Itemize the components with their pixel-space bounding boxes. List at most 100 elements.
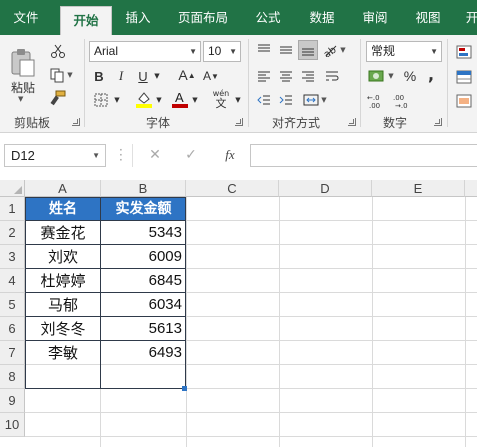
enter-icon[interactable]: ✓	[181, 146, 201, 164]
font-size-combo[interactable]: 10 ▼	[203, 41, 241, 62]
column-header-e[interactable]: E	[372, 180, 465, 197]
column-header-a[interactable]: A	[25, 180, 101, 197]
increase-decimal-icon[interactable]: ←.0.00	[366, 90, 388, 112]
table-header-name[interactable]: 姓名	[26, 197, 100, 221]
decrease-indent-icon[interactable]	[254, 91, 274, 109]
borders-icon[interactable]	[90, 91, 112, 109]
cut-icon[interactable]	[46, 41, 70, 61]
table-cell-amount[interactable]: 6493	[101, 341, 186, 365]
align-top-icon[interactable]	[254, 41, 274, 59]
table-cell-amount[interactable]: 6009	[101, 245, 186, 269]
underline-dropdown-icon[interactable]: ▼	[152, 67, 162, 85]
svg-text:→.0: →.0	[395, 102, 408, 110]
format-painter-icon[interactable]	[46, 88, 70, 108]
decrease-decimal-icon[interactable]: .00 →.0	[392, 90, 414, 112]
tab-file[interactable]: 文件	[6, 0, 46, 35]
comma-style-button[interactable]: ,	[424, 64, 438, 84]
tab-home[interactable]: 开始	[60, 6, 112, 35]
column-header-f-partial[interactable]	[465, 180, 477, 197]
font-dialog-launcher-icon[interactable]	[235, 118, 243, 126]
formula-buttons: ✕ ✓ fx	[132, 144, 248, 167]
table-cell-amount[interactable]: 6034	[101, 293, 186, 317]
phonetic-guide-icon[interactable]: wén 文	[208, 87, 234, 111]
tab-formulas[interactable]: 公式	[248, 0, 288, 35]
row-header[interactable]: 10	[0, 413, 25, 437]
conditional-formatting-icon[interactable]	[454, 43, 474, 61]
orientation-icon[interactable]: ab ▼	[322, 41, 346, 59]
bold-button[interactable]: B	[90, 67, 108, 85]
format-as-table-icon[interactable]	[454, 68, 474, 86]
column-header-b[interactable]: B	[101, 180, 186, 197]
tab-review[interactable]: 审阅	[355, 0, 395, 35]
percent-style-button[interactable]: %	[402, 66, 418, 86]
align-center-icon[interactable]	[276, 67, 296, 85]
formula-bar-grip-icon[interactable]: · · ·	[119, 144, 123, 166]
align-right-icon[interactable]	[298, 67, 318, 85]
paste-dropdown-icon[interactable]: ▼	[18, 95, 23, 103]
borders-dropdown-icon[interactable]: ▼	[112, 91, 122, 109]
row-header[interactable]: 1	[0, 197, 25, 221]
accounting-format-icon[interactable]: ▼	[366, 66, 396, 86]
table-cell-name[interactable]: 李敏	[26, 341, 100, 365]
group-separator	[84, 39, 85, 127]
tab-page-layout[interactable]: 页面布局	[170, 0, 236, 35]
row-header[interactable]: 9	[0, 389, 25, 413]
italic-button[interactable]: I	[112, 67, 130, 85]
table-cell-name[interactable]: 刘欢	[26, 245, 100, 269]
row-header[interactable]: 2	[0, 221, 25, 245]
row-header[interactable]: 8	[0, 365, 25, 389]
phonetic-dropdown-icon[interactable]: ▼	[233, 91, 243, 109]
table-border	[25, 268, 186, 269]
font-name-combo[interactable]: Arial ▼	[89, 41, 201, 62]
align-middle-icon[interactable]	[276, 41, 296, 59]
gridline	[372, 197, 373, 447]
number-format-combo[interactable]: 常规 ▼	[366, 41, 442, 62]
font-color-dropdown-icon[interactable]: ▼	[190, 91, 200, 109]
table-cell-name[interactable]: 马郁	[26, 293, 100, 317]
number-dialog-launcher-icon[interactable]	[434, 118, 442, 126]
worksheet-grid[interactable]: A B C D E 1 2 3 4 5 6 7 8 9 10 姓名 实发金额 赛…	[0, 180, 477, 447]
fill-color-icon[interactable]	[134, 89, 154, 109]
cell-styles-icon[interactable]	[454, 92, 474, 110]
column-header-c[interactable]: C	[186, 180, 279, 197]
copy-icon[interactable]: ▼	[46, 65, 76, 85]
row-header[interactable]: 6	[0, 317, 25, 341]
tab-view[interactable]: 视图	[408, 0, 448, 35]
align-bottom-icon[interactable]	[298, 40, 318, 60]
tab-insert[interactable]: 插入	[118, 0, 158, 35]
table-resize-handle-icon[interactable]	[182, 386, 187, 391]
column-header-d[interactable]: D	[279, 180, 372, 197]
table-cell-name[interactable]: 赛金花	[26, 221, 100, 245]
table-cell-name[interactable]: 杜婷婷	[26, 269, 100, 293]
fill-color-dropdown-icon[interactable]: ▼	[154, 91, 164, 109]
select-all-corner[interactable]	[0, 180, 25, 197]
name-box[interactable]: D12 ▼	[4, 144, 106, 167]
insert-function-button[interactable]: fx	[219, 146, 241, 164]
increase-indent-icon[interactable]	[276, 91, 296, 109]
wrap-text-icon[interactable]	[322, 67, 342, 85]
font-color-icon[interactable]: A	[170, 89, 190, 109]
row-header[interactable]: 7	[0, 341, 25, 365]
cancel-icon[interactable]: ✕	[145, 146, 165, 164]
table-header-amount[interactable]: 实发金额	[101, 197, 186, 221]
table-cell-name[interactable]: 刘冬冬	[26, 317, 100, 341]
align-left-icon[interactable]	[254, 67, 274, 85]
group-label-font: 字体	[146, 116, 171, 130]
alignment-dialog-launcher-icon[interactable]	[348, 118, 356, 126]
tab-data[interactable]: 数据	[302, 0, 342, 35]
tab-developer-partial[interactable]: 开	[462, 0, 477, 35]
row-header[interactable]: 4	[0, 269, 25, 293]
paste-label[interactable]: 粘贴	[11, 79, 35, 96]
table-cell-amount[interactable]: 5613	[101, 317, 186, 341]
table-cell-amount[interactable]: 6845	[101, 269, 186, 293]
grow-font-button[interactable]: A ▲	[178, 65, 196, 85]
formula-input[interactable]	[250, 144, 477, 167]
underline-button[interactable]: U	[134, 67, 152, 85]
row-header[interactable]: 5	[0, 293, 25, 317]
merge-center-icon[interactable]: ▼	[300, 91, 330, 109]
paste-icon[interactable]	[6, 43, 40, 83]
shrink-font-button[interactable]: A ▼	[202, 67, 220, 85]
table-cell-amount[interactable]: 5343	[101, 221, 186, 245]
row-header[interactable]: 3	[0, 245, 25, 269]
clipboard-dialog-launcher-icon[interactable]	[72, 118, 80, 126]
